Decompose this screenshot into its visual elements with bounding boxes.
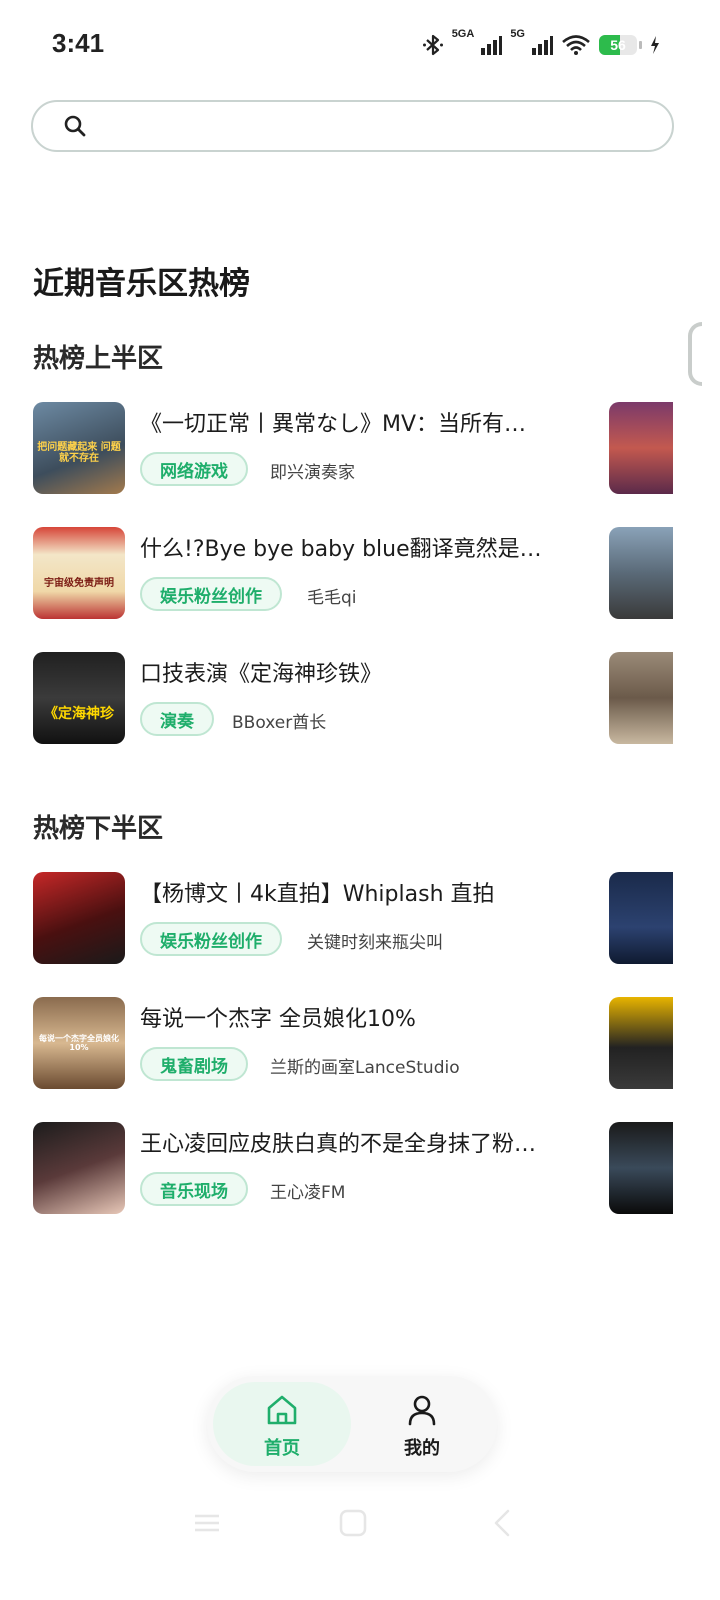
category-tag[interactable]: 演奏: [140, 702, 214, 736]
wifi-icon: [561, 34, 591, 56]
category-tag[interactable]: 娱乐粉丝创作: [140, 922, 282, 956]
thumbnail-caption: 每说一个杰字全员娘化10%: [39, 1034, 119, 1053]
category-tag[interactable]: 音乐现场: [140, 1172, 248, 1206]
system-nav-bar: [0, 1508, 720, 1548]
network-label-1: 5GA: [451, 28, 475, 40]
status-icons: 5GA 5G 56: [422, 28, 660, 60]
thumbnail-caption: 把问题藏起来 问题就不存在: [37, 442, 121, 464]
nav-mine-label: 我的: [404, 1438, 440, 1459]
item-title[interactable]: 《一切正常丨異常なし》MV：当所有…: [140, 406, 560, 438]
side-thumbnail[interactable]: [609, 652, 673, 744]
author-name[interactable]: 即兴演奏家: [270, 458, 355, 483]
section-title-upper: 热榜上半区: [33, 344, 164, 374]
author-name[interactable]: 关键时刻来瓶尖叫: [307, 928, 443, 953]
thumbnail[interactable]: [33, 1122, 125, 1214]
author-name[interactable]: 兰斯的画室LanceStudio: [270, 1053, 460, 1078]
list-item[interactable]: 《定海神珍 口技表演《定海神珍铁》 演奏 BBoxer酋长: [33, 652, 673, 746]
item-title[interactable]: 什么!?Bye bye baby blue翻译竟然是错…: [140, 531, 560, 563]
list-item[interactable]: 【杨博文丨4k直拍】Whiplash 直拍 娱乐粉丝创作 关键时刻来瓶尖叫: [33, 872, 673, 966]
category-tag[interactable]: 鬼畜剧场: [140, 1047, 248, 1081]
page-title: 近期音乐区热榜: [33, 266, 250, 302]
nav-home[interactable]: 首页: [213, 1382, 351, 1466]
thumbnail[interactable]: 《定海神珍: [33, 652, 125, 744]
status-bar: 3:41 5GA 5G 56: [0, 0, 720, 92]
category-tag[interactable]: 网络游戏: [140, 452, 248, 486]
charging-icon: [650, 35, 660, 55]
side-thumbnail[interactable]: [609, 402, 673, 494]
side-thumbnail[interactable]: [609, 872, 673, 964]
back-icon[interactable]: [488, 1508, 518, 1542]
person-icon: [404, 1392, 440, 1432]
author-name[interactable]: BBoxer酋长: [232, 708, 326, 733]
bluetooth-icon: [422, 33, 444, 57]
list-item[interactable]: 王心凌回应皮肤白真的不是全身抹了粉… 音乐现场 王心凌FM: [33, 1122, 673, 1216]
thumbnail[interactable]: [33, 872, 125, 964]
section-title-lower: 热榜下半区: [33, 814, 164, 844]
nav-home-label: 首页: [264, 1438, 300, 1459]
thumbnail-caption: 《定海神珍: [44, 705, 114, 722]
item-title[interactable]: 每说一个杰字 全员娘化10%: [140, 1001, 560, 1033]
edge-panel-handle[interactable]: [688, 322, 702, 386]
home-icon: [264, 1392, 300, 1432]
item-title[interactable]: 口技表演《定海神珍铁》: [140, 656, 560, 688]
thumbnail[interactable]: 把问题藏起来 问题就不存在: [33, 402, 125, 494]
side-thumbnail[interactable]: [609, 997, 673, 1089]
status-time: 3:41: [52, 28, 105, 58]
signal-icon-2: [531, 34, 553, 56]
side-thumbnail[interactable]: [609, 527, 673, 619]
category-tag[interactable]: 娱乐粉丝创作: [140, 577, 282, 611]
item-title[interactable]: 王心凌回应皮肤白真的不是全身抹了粉…: [140, 1126, 560, 1158]
list-item[interactable]: 宇宙级免责声明 什么!?Bye bye baby blue翻译竟然是错… 娱乐粉…: [33, 527, 673, 621]
thumbnail[interactable]: 宇宙级免责声明: [33, 527, 125, 619]
search-bar[interactable]: [31, 100, 674, 152]
list-item[interactable]: 把问题藏起来 问题就不存在 《一切正常丨異常なし》MV：当所有… 网络游戏 即兴…: [33, 402, 673, 496]
signal-icon-1: [480, 34, 503, 56]
menu-icon[interactable]: [192, 1508, 222, 1542]
home-button-icon[interactable]: [338, 1508, 368, 1542]
thumbnail[interactable]: 每说一个杰字全员娘化10%: [33, 997, 125, 1089]
author-name[interactable]: 王心凌FM: [270, 1178, 345, 1203]
side-thumbnail[interactable]: [609, 1122, 673, 1214]
thumbnail-caption: 宇宙级免责声明: [44, 578, 114, 589]
item-title[interactable]: 【杨博文丨4k直拍】Whiplash 直拍: [140, 876, 560, 908]
list-item[interactable]: 每说一个杰字全员娘化10% 每说一个杰字 全员娘化10% 鬼畜剧场 兰斯的画室L…: [33, 997, 673, 1091]
search-icon: [63, 114, 87, 142]
network-label-2: 5G: [510, 28, 525, 40]
search-input[interactable]: [99, 110, 652, 144]
battery-indicator: 56: [599, 35, 642, 55]
author-name[interactable]: 毛毛qi: [307, 583, 357, 608]
battery-level: 56: [610, 37, 626, 53]
bottom-nav: 首页 我的: [207, 1376, 497, 1472]
nav-mine[interactable]: 我的: [353, 1382, 491, 1466]
